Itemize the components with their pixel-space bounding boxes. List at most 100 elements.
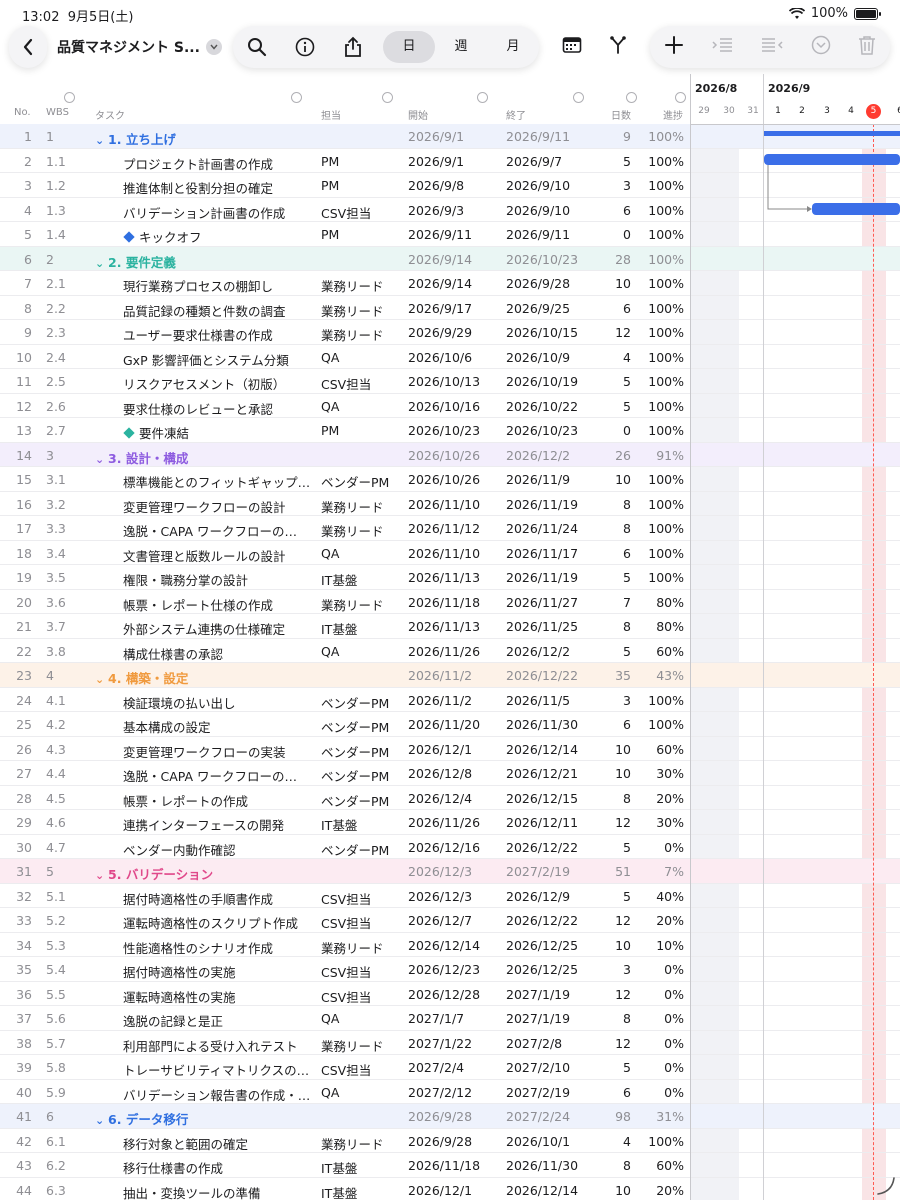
task-table: 1 1 ⌄ 1. 立ち上げ 2026/9/1 2026/9/11 9 100% 2 1.1 プロジ… [0, 124, 690, 1200]
task-row[interactable]: 37 5.6 逸脱の記録と是正 QA 2027/1/7 2027/1/19 8 0% [0, 1006, 690, 1031]
group-row[interactable]: 1 1 ⌄ 1. 立ち上げ 2026/9/1 2026/9/11 9 100% [0, 124, 690, 149]
task-row[interactable]: 39 5.8 トレーサビリティマトリクスの… CSV担当 2027/2/4 2027/2/… [0, 1055, 690, 1080]
task-row[interactable]: 40 5.9 バリデーション報告書の作成・… QA 2027/2/12 2027/2/19… [0, 1080, 690, 1104]
cell-no: 1 [24, 129, 32, 144]
task-row[interactable]: 4 1.3 バリデーション計画書の作成 CSV担当 2026/9/3 2026/9/10 6… [0, 198, 690, 222]
disclosure-chevron-icon[interactable]: ⌄ [95, 673, 108, 686]
task-row[interactable]: 36 5.5 運転時適格性の実施 CSV担当 2026/12/28 2027/1/19 12… [0, 982, 690, 1006]
task-row[interactable]: 29 4.6 連携インターフェースの開発 IT基盤 2026/11/26 2026/12/… [0, 810, 690, 835]
resize-handle-icon[interactable] [874, 1174, 896, 1196]
share-button[interactable] [329, 26, 377, 68]
task-row[interactable]: 5 1.4 キックオフ PM 2026/9/11 2026/9/11 0 100% [0, 222, 690, 247]
status-button[interactable] [811, 35, 831, 59]
info-button[interactable] [281, 26, 329, 68]
task-row[interactable]: 27 4.4 逸脱・CAPA ワークフローの… ベンダーPM 2026/12/8 2026… [0, 761, 690, 786]
filter-icon[interactable] [291, 92, 302, 103]
indent-icon [712, 38, 733, 52]
task-row[interactable]: 44 6.3 抽出・変換ツールの準備 IT基盤 2026/12/1 2026/12/14 1… [0, 1178, 690, 1200]
add-task-button[interactable] [664, 35, 684, 59]
disclosure-chevron-icon[interactable]: ⌄ [95, 134, 108, 147]
view-day-button[interactable]: 日 [383, 31, 435, 63]
group-row[interactable]: 41 6 ⌄ 6. データ移行 2026/9/28 2027/2/24 98 31% [0, 1104, 690, 1129]
cell-progress: 100% [648, 178, 684, 193]
cell-wbs: 2.6 [46, 398, 66, 414]
search-button[interactable] [233, 26, 281, 68]
disclosure-chevron-icon[interactable]: ⌄ [95, 453, 108, 466]
status-right: 100% [788, 6, 881, 21]
document-title-menu[interactable]: 品質マネジメント S... [47, 26, 227, 68]
task-row[interactable]: 26 4.3 変更管理ワークフローの実装 ベンダーPM 2026/12/1 2026/12… [0, 737, 690, 761]
gantt-row [691, 982, 900, 1006]
task-row[interactable]: 38 5.7 利用部門による受け入れテスト 業務リード 2027/1/22 2027/2/… [0, 1031, 690, 1055]
task-row[interactable]: 10 2.4 GxP 影響評価とシステム分類 QA 2026/10/6 2026/10/9… [0, 345, 690, 369]
filter-icon[interactable] [626, 92, 637, 103]
cell-task: ⌄ 4. 構築・設定 [95, 668, 310, 687]
back-button[interactable] [9, 26, 47, 68]
group-row[interactable]: 14 3 ⌄ 3. 設計・構成 2026/10/26 2026/12/2 26 91% [0, 442, 690, 467]
gantt-row [691, 1055, 900, 1080]
task-row[interactable]: 22 3.8 構成仕様書の承認 QA 2026/11/26 2026/12/2 5 60% [0, 639, 690, 663]
task-row[interactable]: 34 5.3 性能適格性のシナリオ作成 業務リード 2026/12/14 2026/12/… [0, 933, 690, 957]
task-row[interactable]: 11 2.5 リスクアセスメント（初版） CSV担当 2026/10/13 2026/10… [0, 369, 690, 394]
calendar-button[interactable] [562, 36, 582, 58]
filter-icon[interactable] [573, 92, 584, 103]
disclosure-chevron-icon[interactable]: ⌄ [95, 869, 108, 882]
task-name: 連携インターフェースの開発 [123, 818, 285, 833]
cell-days: 98 [615, 1109, 631, 1124]
cell-end: 2027/1/19 [506, 1011, 571, 1026]
task-row[interactable]: 9 2.3 ユーザー要求仕様書の作成 業務リード 2026/9/29 2026/10/15… [0, 320, 690, 345]
indent-button[interactable] [711, 37, 733, 57]
task-row[interactable]: 42 6.1 移行対象と範囲の確定 業務リード 2026/9/28 2026/10/1 4 1… [0, 1129, 690, 1153]
cell-start: 2026/11/13 [408, 619, 481, 634]
disclosure-chevron-icon[interactable]: ⌄ [95, 257, 108, 270]
cell-end: 2026/11/9 [506, 472, 571, 487]
disclosure-chevron-icon[interactable]: ⌄ [95, 1114, 108, 1127]
task-row[interactable]: 8 2.2 品質記録の種類と件数の調査 業務リード 2026/9/17 2026/9/25… [0, 296, 690, 320]
task-row[interactable]: 18 3.4 文書管理と版数ルールの設計 QA 2026/11/10 2026/11/17… [0, 541, 690, 565]
task-row[interactable]: 17 3.3 逸脱・CAPA ワークフローの… 業務リード 2026/11/12 2026… [0, 516, 690, 541]
task-row[interactable]: 25 4.2 基本構成の設定 ベンダーPM 2026/11/20 2026/11/30 6 1… [0, 712, 690, 737]
view-month-button[interactable]: 月 [487, 31, 539, 63]
cell-wbs: 3.6 [46, 594, 66, 610]
task-row[interactable]: 35 5.4 据付時適格性の実施 CSV担当 2026/12/23 2026/12/25 3… [0, 957, 690, 982]
cell-days: 12 [615, 325, 631, 340]
task-bar[interactable] [812, 203, 900, 215]
summary-bar[interactable] [764, 131, 900, 136]
dependency-arrow [767, 165, 811, 210]
task-row[interactable]: 13 2.7 要件凍結 PM 2026/10/23 2026/10/23 0 100% [0, 418, 690, 443]
task-row[interactable]: 28 4.5 帳票・レポートの作成 ベンダーPM 2026/12/4 2026/12/15… [0, 786, 690, 810]
cell-end: 2026/10/23 [506, 251, 579, 267]
cell-no: 38 [16, 1035, 32, 1051]
outdent-button[interactable] [761, 37, 783, 57]
task-row[interactable]: 16 3.2 変更管理ワークフローの設計 業務リード 2026/11/10 2026/11… [0, 492, 690, 516]
task-row[interactable]: 12 2.6 要求仕様のレビューと承認 QA 2026/10/16 2026/10/22 5… [0, 394, 690, 418]
cell-end: 2026/11/24 [506, 521, 579, 536]
cell-end: 2026/10/15 [506, 325, 579, 340]
filter-icon[interactable] [382, 92, 393, 103]
dependency-button[interactable] [608, 35, 628, 59]
task-row[interactable]: 3 1.2 推進体制と役割分担の確定 PM 2026/9/8 2026/9/10 3 100% [0, 173, 690, 198]
filter-icon[interactable] [477, 92, 488, 103]
task-bar[interactable] [764, 154, 900, 165]
task-row[interactable]: 2 1.1 プロジェクト計画書の作成 PM 2026/9/1 2026/9/7 5 100% [0, 149, 690, 173]
group-row[interactable]: 6 2 ⌄ 2. 要件定義 2026/9/14 2026/10/23 28 100% [0, 246, 690, 271]
delete-button[interactable] [858, 35, 876, 59]
task-row[interactable]: 21 3.7 外部システム連携の仕様確定 IT基盤 2026/11/13 2026/11/… [0, 614, 690, 639]
filter-icon[interactable] [675, 92, 686, 103]
task-row[interactable]: 24 4.1 検証環境の払い出し ベンダーPM 2026/11/2 2026/11/5 3 1… [0, 688, 690, 712]
filter-icon[interactable] [64, 92, 75, 103]
task-row[interactable]: 7 2.1 現行業務プロセスの棚卸し 業務リード 2026/9/14 2026/9/28 1… [0, 271, 690, 296]
task-row[interactable]: 32 5.1 据付時適格性の手順書作成 CSV担当 2026/12/3 2026/12/9… [0, 884, 690, 908]
cell-days: 8 [623, 790, 631, 806]
task-row[interactable]: 43 6.2 移行仕様書の作成 IT基盤 2026/11/18 2026/11/30 8 60… [0, 1153, 690, 1178]
task-row[interactable]: 19 3.5 権限・職務分掌の設計 IT基盤 2026/11/13 2026/11/19 5… [0, 565, 690, 590]
cell-owner: CSV担当 [321, 205, 372, 221]
view-week-button[interactable]: 週 [435, 31, 487, 63]
cell-task: 運転時適格性の実施 [95, 987, 310, 1006]
task-row[interactable]: 30 4.7 ベンダー内動作確認 ベンダーPM 2026/12/16 2026/12/22… [0, 835, 690, 859]
task-row[interactable]: 15 3.1 標準機能とのフィットギャップ… ベンダーPM 2026/10/26 2026… [0, 467, 690, 492]
group-row[interactable]: 23 4 ⌄ 4. 構築・設定 2026/11/2 2026/12/22 35 43% [0, 663, 690, 688]
group-row[interactable]: 31 5 ⌄ 5. バリデーション 2026/12/3 2027/2/19 51 7% [0, 859, 690, 884]
task-row[interactable]: 20 3.6 帳票・レポート仕様の作成 業務リード 2026/11/18 2026/11/… [0, 590, 690, 614]
task-row[interactable]: 33 5.2 運転時適格性のスクリプト作成 CSV担当 2026/12/7 2026/12… [0, 908, 690, 933]
